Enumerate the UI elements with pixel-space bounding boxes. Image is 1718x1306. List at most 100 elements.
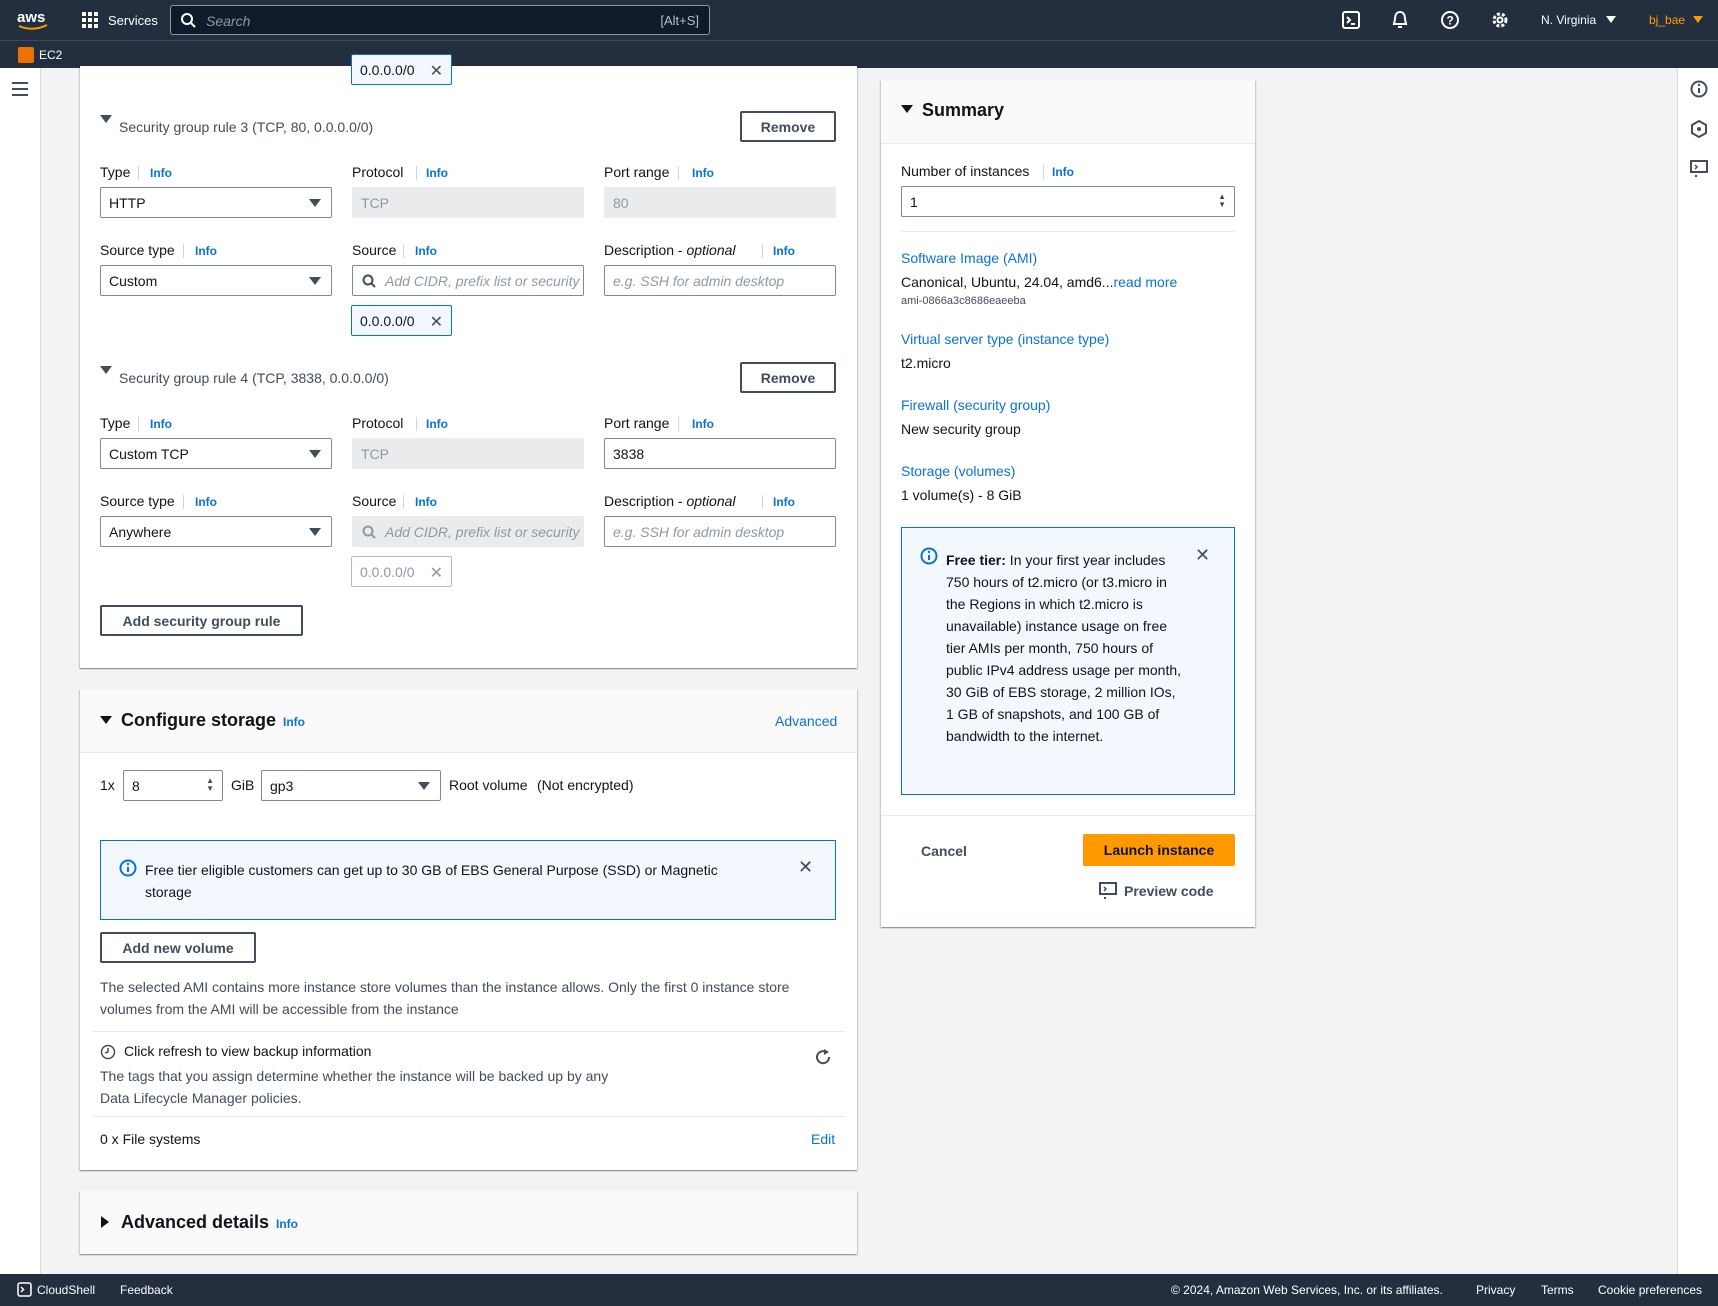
divider <box>403 244 404 258</box>
user-menu[interactable]: bj_bae <box>1649 13 1685 27</box>
rule3-port-field: 80 <box>604 187 836 218</box>
rule3-source-type-info-link[interactable]: Info <box>195 244 217 258</box>
summary-collapse-caret-icon[interactable] <box>901 105 913 113</box>
rule4-port-input[interactable]: 3838 <box>604 438 836 469</box>
cookie-preferences-link[interactable]: Cookie preferences <box>1598 1283 1702 1297</box>
free-tier-bold: Free tier: <box>946 552 1006 568</box>
cloudshell-link[interactable]: CloudShell <box>37 1283 95 1297</box>
code-preview-icon[interactable] <box>1690 160 1708 178</box>
storage-collapse-caret-icon[interactable] <box>100 716 112 724</box>
rule4-source-type-select[interactable]: Anywhere <box>100 516 332 547</box>
rule3-source-type-select[interactable]: Custom <box>100 265 332 296</box>
add-security-group-rule-button[interactable]: Add security group rule <box>100 605 303 636</box>
advanced-details-panel[interactable]: Advanced details Info <box>80 1191 857 1254</box>
volume-type-select[interactable]: gp3 <box>261 770 441 801</box>
divider <box>403 495 404 509</box>
rule3-remove-button[interactable]: Remove <box>740 111 836 142</box>
rule3-description-input[interactable]: e.g. SSH for admin desktop <box>604 265 836 296</box>
help-icon[interactable]: ? <box>1440 10 1460 30</box>
instance-type-summary-link[interactable]: Virtual server type (instance type) <box>901 331 1109 347</box>
rule4-description-input[interactable]: e.g. SSH for admin desktop <box>604 516 836 547</box>
rule3-header[interactable]: Security group rule 3 (TCP, 80, 0.0.0.0/… <box>119 119 373 135</box>
cancel-button[interactable]: Cancel <box>921 843 967 859</box>
resources-hexagon-icon[interactable] <box>1690 120 1708 138</box>
preview-code-button[interactable]: Preview code <box>1124 883 1214 899</box>
file-systems-label: 0 x File systems <box>100 1131 201 1147</box>
aws-logo[interactable]: aws <box>16 8 50 32</box>
terms-link[interactable]: Terms <box>1541 1283 1574 1297</box>
storage-summary-link[interactable]: Storage (volumes) <box>901 463 1015 479</box>
left-rail <box>0 68 41 1274</box>
refresh-icon[interactable] <box>814 1048 832 1066</box>
close-alert-icon[interactable]: ✕ <box>1195 545 1210 566</box>
rule4-port-info-link[interactable]: Info <box>692 417 714 431</box>
settings-gear-icon[interactable] <box>1490 10 1510 30</box>
advanced-details-info-link[interactable]: Info <box>276 1217 298 1231</box>
stepper-icon[interactable]: ▲ ▼ <box>1218 193 1226 209</box>
volume-size-input[interactable]: 8 ▲ ▼ <box>123 770 223 801</box>
rule4-source-info-link[interactable]: Info <box>415 495 437 509</box>
copyright: © 2024, Amazon Web Services, Inc. or its… <box>1171 1283 1443 1297</box>
rule3-type-select[interactable]: HTTP <box>100 187 332 218</box>
rule3-type-info-link[interactable]: Info <box>150 166 172 180</box>
rule4-source-type-info-link[interactable]: Info <box>195 495 217 509</box>
cloudshell-icon[interactable] <box>1342 11 1360 29</box>
rule3-source-input[interactable]: Add CIDR, prefix list or security <box>352 265 584 296</box>
info-panel-icon[interactable] <box>1690 80 1708 98</box>
service-name[interactable]: EC2 <box>39 48 62 62</box>
rule3-source-info-link[interactable]: Info <box>415 244 437 258</box>
rule4-collapse-caret-icon[interactable] <box>100 366 112 374</box>
configure-storage-panel: Configure storage Info Advanced 1x 8 ▲ ▼ … <box>80 689 857 1170</box>
alert-text: Free tier eligible customers can get up … <box>145 862 718 900</box>
expand-caret-icon[interactable] <box>101 1216 109 1228</box>
rule4-header[interactable]: Security group rule 4 (TCP, 3838, 0.0.0.… <box>119 370 389 386</box>
storage-info-link[interactable]: Info <box>283 715 305 729</box>
token-value: 0.0.0.0/0 <box>360 62 415 78</box>
rule4-protocol-info-link[interactable]: Info <box>426 417 448 431</box>
services-grid-icon[interactable] <box>82 12 98 28</box>
privacy-link[interactable]: Privacy <box>1476 1283 1515 1297</box>
advanced-details-title[interactable]: Advanced details <box>121 1212 269 1233</box>
rule3-port-info-link[interactable]: Info <box>692 166 714 180</box>
remove-token-icon[interactable]: ✕ <box>430 61 443 81</box>
rule2-source-token[interactable]: 0.0.0.0/0 ✕ <box>351 54 452 85</box>
rule3-source-type-label: Source type <box>100 242 175 258</box>
firewall-summary-link[interactable]: Firewall (security group) <box>901 397 1050 413</box>
remove-token-icon[interactable]: ✕ <box>430 312 443 332</box>
ami-value-text: Canonical, Ubuntu, 24.04, amd6... <box>901 274 1114 290</box>
clock-icon <box>100 1044 116 1060</box>
read-more-link[interactable]: read more <box>1113 274 1177 290</box>
rule4-type-info-link[interactable]: Info <box>150 417 172 431</box>
cloudshell-footer-icon[interactable] <box>17 1282 32 1297</box>
divider <box>416 166 417 180</box>
rule3-collapse-caret-icon[interactable] <box>100 115 112 123</box>
add-new-volume-button[interactable]: Add new volume <box>100 932 256 963</box>
launch-instance-button[interactable]: Launch instance <box>1083 834 1235 866</box>
feedback-link[interactable]: Feedback <box>120 1283 173 1297</box>
rule3-source-token[interactable]: 0.0.0.0/0 ✕ <box>351 305 452 336</box>
stepper-icon[interactable]: ▲ ▼ <box>206 777 214 793</box>
storage-advanced-link[interactable]: Advanced <box>775 713 837 729</box>
instances-input[interactable]: 1 ▲ ▼ <box>901 186 1235 217</box>
rule3-protocol-info-link[interactable]: Info <box>426 166 448 180</box>
search-input[interactable]: Search [Alt+S] <box>170 5 710 35</box>
ami-summary-link[interactable]: Software Image (AMI) <box>901 250 1037 266</box>
storage-value: 1 volume(s) - 8 GiB <box>901 487 1022 503</box>
instances-info-link[interactable]: Info <box>1052 165 1074 179</box>
summary-title[interactable]: Summary <box>922 100 1004 121</box>
search-placeholder: Search <box>206 13 251 29</box>
close-alert-icon[interactable]: ✕ <box>798 857 813 878</box>
summary-panel: Summary Number of instances Info 1 ▲ ▼ So… <box>881 80 1255 927</box>
menu-hamburger-icon[interactable] <box>12 82 28 96</box>
rule4-description-info-link[interactable]: Info <box>773 495 795 509</box>
rule3-description-info-link[interactable]: Info <box>773 244 795 258</box>
region-selector[interactable]: N. Virginia <box>1541 13 1596 27</box>
storage-title[interactable]: Configure storage <box>121 710 276 731</box>
services-menu[interactable]: Services <box>108 13 158 28</box>
backup-description: The tags that you assign determine wheth… <box>100 1068 609 1106</box>
file-systems-edit-link[interactable]: Edit <box>811 1131 835 1147</box>
chevron-down-icon <box>418 782 430 790</box>
rule4-type-select[interactable]: Custom TCP <box>100 438 332 469</box>
rule4-remove-button[interactable]: Remove <box>740 362 836 393</box>
notifications-bell-icon[interactable] <box>1391 10 1409 30</box>
